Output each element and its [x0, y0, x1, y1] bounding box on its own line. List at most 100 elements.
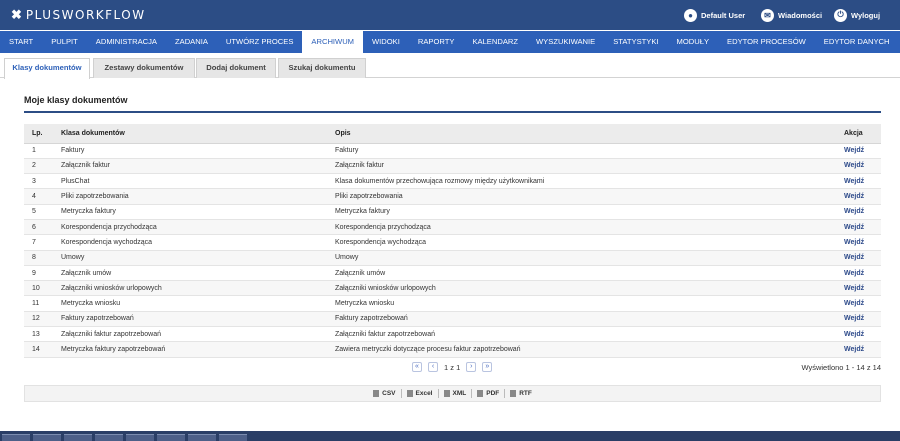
- taskbar-item[interactable]: [157, 434, 185, 441]
- export-csv-button[interactable]: CSV: [368, 389, 402, 398]
- cell-class: Metryczka wniosku: [53, 295, 327, 312]
- cell-class: Faktury: [53, 143, 327, 159]
- cell-class: Załącznik faktur: [53, 158, 327, 175]
- first-page-icon[interactable]: «: [412, 362, 422, 372]
- enter-link[interactable]: Wejdź: [840, 234, 881, 251]
- cell-lp: 5: [24, 204, 53, 220]
- enter-link[interactable]: Wejdź: [840, 188, 881, 205]
- export-label: Excel: [415, 390, 433, 397]
- export-xml-button[interactable]: XML: [439, 389, 473, 398]
- last-page-icon[interactable]: »: [482, 362, 493, 372]
- export-label: XML: [452, 390, 467, 397]
- cell-description: Faktury zapotrzebowań: [327, 311, 840, 328]
- next-page-icon[interactable]: ›: [466, 362, 477, 372]
- taskbar-item[interactable]: [126, 434, 154, 441]
- table-row: 6 Korespondencja przychodząca Korespondenc…: [24, 219, 881, 236]
- enter-link[interactable]: Wejdź: [840, 173, 881, 190]
- taskbar-item[interactable]: [95, 434, 123, 441]
- nav-item-7[interactable]: RAPORTY: [409, 31, 464, 53]
- mail-icon: ✉: [761, 8, 774, 22]
- logout-label: Wyloguj: [851, 10, 881, 20]
- logout-link[interactable]: ⏻ Wyloguj: [834, 7, 880, 23]
- enter-link[interactable]: Wejdź: [840, 143, 881, 159]
- prev-page-icon[interactable]: ‹: [428, 362, 438, 372]
- subtab-3[interactable]: Szukaj dokumentu: [278, 58, 366, 78]
- table-row: 14 Metryczka faktury zapotrzebowań Zawiera…: [24, 341, 881, 358]
- cell-lp: 4: [24, 188, 53, 205]
- section-divider: [24, 111, 881, 113]
- table-header-row: Lp. Klasa dokumentów Opis Akcja: [24, 124, 881, 144]
- logo-mark-icon: ✖: [11, 7, 22, 22]
- export-pdf-button[interactable]: PDF: [472, 389, 506, 398]
- main-nav: START PULPIT ADMINISTRACJA ZADANIA UTWÓRZ PR…: [0, 31, 900, 53]
- nav-item-9[interactable]: WYSZUKIWANIE: [527, 31, 604, 53]
- cell-description: Korespondencja wychodząca: [327, 234, 840, 251]
- nav-item-1[interactable]: PULPIT: [42, 31, 87, 53]
- enter-link[interactable]: Wejdź: [840, 326, 881, 343]
- cell-lp: 9: [24, 265, 53, 282]
- export-excel-button[interactable]: Excel: [402, 389, 439, 398]
- export-label: RTF: [519, 390, 532, 397]
- nav-item-12[interactable]: EDYTOR PROCESÓW: [718, 31, 815, 53]
- export-label: CSV: [382, 390, 396, 397]
- cell-class: PlusChat: [53, 173, 327, 190]
- subtab-2[interactable]: Dodaj dokument: [196, 58, 276, 78]
- table-row: 11 Metryczka wniosku Metryczka wniosku Wejd…: [24, 295, 881, 312]
- cell-class: Metryczka faktury: [53, 204, 327, 220]
- subtab-1[interactable]: Zestawy dokumentów: [93, 58, 195, 78]
- enter-link[interactable]: Wejdź: [840, 265, 881, 282]
- cell-class: Metryczka faktury zapotrzebowań: [53, 341, 327, 358]
- nav-item-6[interactable]: WIDOKI: [363, 31, 409, 53]
- col-header-description[interactable]: Opis: [327, 124, 840, 144]
- nav-item-0[interactable]: START: [0, 31, 42, 53]
- cell-lp: 6: [24, 219, 53, 236]
- enter-link[interactable]: Wejdź: [840, 204, 881, 220]
- section-title: Moje klasy dokumentów: [24, 95, 128, 105]
- table-row: 10 Załączniki wniosków urlopowych Załączni…: [24, 280, 881, 297]
- cell-lp: 12: [24, 311, 53, 328]
- messages-label: Wiadomości: [778, 10, 823, 20]
- subtab-0[interactable]: Klasy dokumentów: [4, 58, 90, 79]
- user-icon: ●: [684, 8, 697, 22]
- table-row: 9 Załącznik umów Załącznik umów Wejdź: [24, 265, 881, 282]
- nav-item-13[interactable]: EDYTOR DANYCH: [815, 31, 899, 53]
- col-header-lp[interactable]: Lp.: [24, 124, 53, 144]
- cell-lp: 14: [24, 341, 53, 358]
- export-bar: CSV Excel XML PDF RTF: [24, 385, 881, 402]
- nav-item-3[interactable]: ZADANIA: [166, 31, 217, 53]
- top-bar: ✖ PLUSWORKFLOW ● Default User ✉ Wiadomoś…: [0, 0, 900, 30]
- file-icon: [477, 390, 484, 397]
- enter-link[interactable]: Wejdź: [840, 295, 881, 312]
- cell-class: Załączniki faktur zapotrzebowań: [53, 326, 327, 343]
- col-header-class[interactable]: Klasa dokumentów: [53, 124, 327, 144]
- enter-link[interactable]: Wejdź: [840, 311, 881, 328]
- enter-link[interactable]: Wejdź: [840, 219, 881, 236]
- cell-lp: 10: [24, 280, 53, 297]
- enter-link[interactable]: Wejdź: [840, 250, 881, 266]
- table-row: 1 Faktury Faktury Wejdź: [24, 143, 881, 159]
- nav-item-5[interactable]: ARCHIWUM: [302, 31, 364, 53]
- export-rtf-button[interactable]: RTF: [505, 389, 537, 398]
- taskbar-item[interactable]: [33, 434, 61, 441]
- taskbar-item[interactable]: [188, 434, 216, 441]
- taskbar-item[interactable]: [2, 434, 30, 441]
- enter-link[interactable]: Wejdź: [840, 158, 881, 175]
- nav-item-4[interactable]: UTWÓRZ PROCES: [217, 31, 303, 53]
- cell-lp: 3: [24, 173, 53, 190]
- messages-link[interactable]: ✉ Wiadomości: [761, 7, 822, 23]
- enter-link[interactable]: Wejdź: [840, 280, 881, 297]
- user-menu[interactable]: ● Default User: [684, 7, 745, 23]
- cell-description: Korespondencja przychodząca: [327, 219, 840, 236]
- app-logo[interactable]: ✖ PLUSWORKFLOW: [11, 7, 146, 23]
- nav-item-8[interactable]: KALENDARZ: [463, 31, 527, 53]
- cell-description: Zawiera metryczki dotyczące procesu fakt…: [327, 341, 840, 358]
- table-row: 7 Korespondencja wychodząca Korespondencja…: [24, 234, 881, 251]
- nav-item-10[interactable]: STATYSTYKI: [604, 31, 667, 53]
- export-label: PDF: [486, 390, 500, 397]
- file-icon: [443, 390, 450, 397]
- nav-item-2[interactable]: ADMINISTRACJA: [87, 31, 166, 53]
- taskbar-item[interactable]: [64, 434, 92, 441]
- enter-link[interactable]: Wejdź: [840, 341, 881, 358]
- nav-item-11[interactable]: MODUŁY: [668, 31, 719, 53]
- taskbar-item[interactable]: [219, 434, 247, 441]
